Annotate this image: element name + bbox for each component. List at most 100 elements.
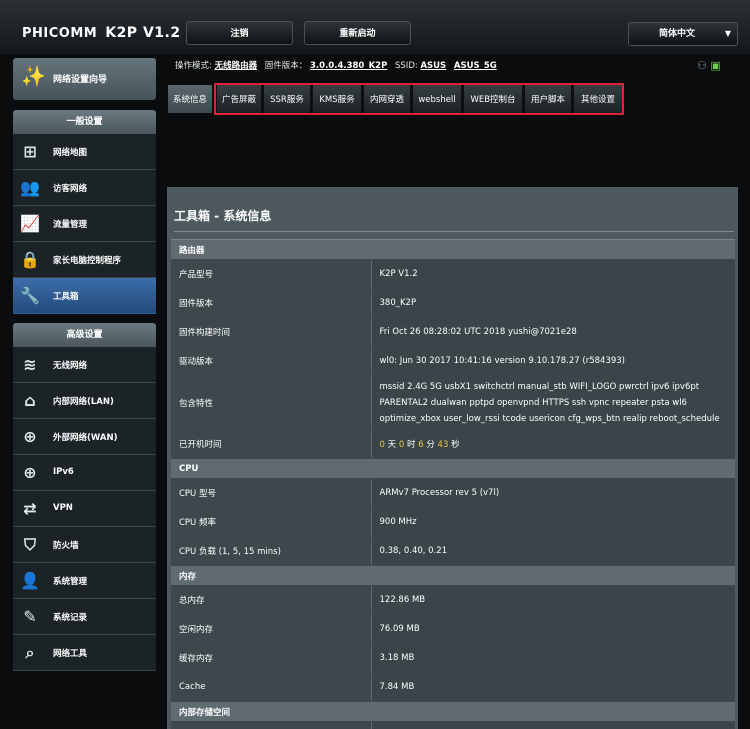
mode-label: 操作模式:	[175, 61, 212, 71]
row-key: 总内存	[171, 585, 372, 615]
sidebar-item-toolbox[interactable]: 🔧 工具箱	[13, 278, 156, 314]
sidebar-item-label: 防火墙	[53, 541, 79, 551]
reboot-button[interactable]: 重新启动	[304, 21, 411, 45]
sidebar-item-label: IPv6	[53, 467, 74, 477]
row-key: 已开机时间	[171, 429, 372, 459]
sidebar-item-label: VPN	[53, 503, 73, 513]
sidebar-item-network-tools[interactable]: ⌕ 网络工具	[13, 635, 156, 671]
sidebar-item-traffic[interactable]: 📈 流量管理	[13, 206, 156, 242]
table-row: CPU 负载 (1, 5, 15 mins) 0.38, 0.40, 0.21	[171, 536, 735, 566]
tab-user-scripts[interactable]: 用户脚本	[524, 84, 572, 114]
row-key: 驱动版本	[171, 346, 372, 376]
uptime-minutes: 6	[418, 440, 424, 450]
ssid-link-1[interactable]: ASUS	[420, 61, 446, 71]
row-value: 7.84 MB	[371, 672, 735, 702]
wifi-icon: ≋	[23, 355, 37, 374]
row-key: Cache	[171, 672, 372, 702]
ssid-link-2[interactable]: ASUS_5G	[454, 61, 497, 71]
mode-link[interactable]: 无线路由器	[215, 61, 258, 71]
brand-name: PHICOMM	[22, 26, 98, 41]
row-key: 产品型号	[171, 259, 372, 289]
advanced-settings-heading: 高级设置	[13, 323, 156, 347]
table-row: 空闲内存 76.09 MB	[171, 614, 735, 644]
row-value: Fri Oct 26 08:28:02 UTC 2018 yushi@7021e…	[371, 317, 735, 347]
tab-nat-traversal[interactable]: 内网穿透	[363, 84, 411, 114]
status-icons: ⚇ ▣	[697, 59, 721, 72]
tab-system-info[interactable]: 系统信息	[167, 84, 213, 114]
section-router: 路由器	[171, 239, 735, 260]
row-value: 76.09 MB	[371, 614, 735, 644]
advanced-menu: ≋ 无线网络 ⌂ 内部网络(LAN) ⊕ 外部网络(WAN) ⊕ IPv6 ⇄ …	[13, 347, 156, 671]
tab-ssr[interactable]: SSR服务	[263, 84, 311, 114]
row-value: 900 MHz	[371, 507, 735, 537]
log-icon: ✎	[23, 607, 37, 626]
tab-adblock[interactable]: 广告屏蔽	[216, 84, 262, 114]
firmware-link[interactable]: 3.0.0.4.380_K2P	[310, 61, 387, 71]
sidebar-item-administration[interactable]: 👤 系统管理	[13, 563, 156, 599]
sidebar-item-network-map[interactable]: ⊞ 网络地图	[13, 134, 156, 170]
sidebar-item-label: 家长电脑控制程序	[53, 256, 122, 266]
table-row: CPU 频率 900 MHz	[171, 507, 735, 537]
network-setup-wizard-button[interactable]: ✨ 网络设置向导	[13, 58, 156, 100]
row-value: 3.18 MB	[371, 643, 735, 673]
logout-button[interactable]: 注销	[186, 21, 293, 45]
section-cpu: CPU	[171, 458, 735, 479]
sidebar-item-parental[interactable]: 🔒 家长电脑控制程序	[13, 242, 156, 278]
tab-other-settings[interactable]: 其他设置	[573, 84, 623, 114]
magic-wand-icon: ✨	[21, 64, 46, 88]
sidebar-item-wan[interactable]: ⊕ 外部网络(WAN)	[13, 419, 156, 455]
language-select[interactable]: 简体中文 ▼	[628, 22, 738, 46]
sidebar-item-label: 系统管理	[53, 577, 88, 587]
main-content: 工具箱 - 系统信息 路由器 产品型号 K2P V1.2 固件版本 380_K2…	[167, 187, 738, 729]
section-internal-storage: 内部存储空间	[171, 701, 735, 722]
system-info-table: 路由器 产品型号 K2P V1.2 固件版本 380_K2P 固件构建时间 Fr…	[171, 239, 735, 729]
sidebar-item-guest-network[interactable]: 👥 访客网络	[13, 170, 156, 206]
sidebar-item-vpn[interactable]: ⇄ VPN	[13, 491, 156, 527]
sidebar-item-label: 网络地图	[53, 148, 88, 158]
page-title: 工具箱 - 系统信息	[174, 209, 272, 223]
sidebar-item-label: 工具箱	[53, 292, 79, 302]
tab-webshell[interactable]: webshell	[412, 84, 462, 114]
tab-kms[interactable]: KMS服务	[312, 84, 362, 114]
tab-web-console[interactable]: WEB控制台	[463, 84, 523, 114]
sidebar-item-ipv6[interactable]: ⊕ IPv6	[13, 455, 156, 491]
row-key: CPU 频率	[171, 507, 372, 537]
sidebar-item-label: 无线网络	[53, 361, 88, 371]
monitor-icon[interactable]: ▣	[710, 59, 720, 72]
sidebar-item-system-log[interactable]: ✎ 系统记录	[13, 599, 156, 635]
globe-icon: ⊕	[23, 463, 37, 482]
general-settings-heading: 一般设置	[13, 110, 156, 134]
table-row: 固件构建时间 Fri Oct 26 08:28:02 UTC 2018 yush…	[171, 317, 735, 347]
clients-icon[interactable]: ⚇	[697, 59, 707, 72]
uptime-hours-unit: 时	[406, 440, 416, 450]
row-value: K2P V1.2	[371, 259, 735, 289]
language-value: 简体中文	[659, 29, 696, 39]
title-divider	[174, 231, 734, 232]
shield-icon: ⛉	[23, 535, 36, 554]
row-value: wl0: Jun 30 2017 10:41:16 version 9.10.1…	[371, 346, 735, 376]
firmware-label: 固件版本：	[264, 61, 308, 71]
sidebar-item-wireless[interactable]: ≋ 无线网络	[13, 347, 156, 383]
row-key: CPU 型号	[171, 478, 372, 508]
chevron-down-icon: ▼	[724, 29, 731, 38]
sidebar-item-lan[interactable]: ⌂ 内部网络(LAN)	[13, 383, 156, 419]
row-key: 缓存内存	[171, 643, 372, 673]
traffic-icon: 📈	[20, 214, 40, 233]
lock-icon: 🔒	[20, 250, 40, 269]
status-line: 操作模式: 无线路由器 固件版本： 3.0.0.4.380_K2P SSID: …	[175, 59, 502, 71]
uptime-value: 0 天 0 时 6 分 43 秒	[371, 429, 735, 459]
search-icon: ⌕	[25, 643, 35, 662]
uptime-hours: 0	[398, 440, 405, 450]
features-line: PARENTAL2 dualwan pptpd openvpnd HTTPS s…	[379, 397, 687, 408]
row-value: 380_K2P	[371, 288, 735, 318]
row-key: 包含特性	[171, 375, 372, 430]
ssid-label: SSID:	[395, 61, 418, 71]
row-value: 0.38, 0.40, 0.21	[371, 536, 735, 566]
uptime-minutes-unit: 分	[426, 440, 435, 450]
row-value: mssid 2.4G 5G usbX1 switchctrl manual_st…	[371, 375, 735, 430]
row-key: 空闲内存	[171, 614, 372, 644]
sidebar-item-label: 访客网络	[53, 184, 88, 194]
sidebar-item-firewall[interactable]: ⛉ 防火墙	[13, 527, 156, 563]
table-row: Cache 7.84 MB	[171, 672, 735, 702]
table-row	[171, 721, 735, 729]
